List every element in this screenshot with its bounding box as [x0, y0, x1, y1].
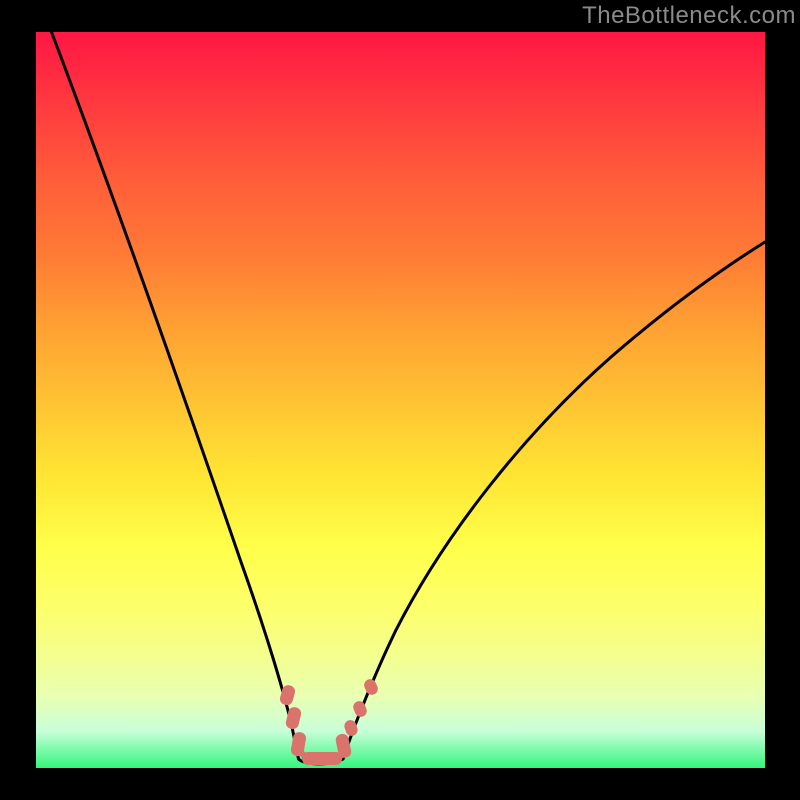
marker-right-3 — [362, 677, 380, 697]
marker-floor-body — [302, 752, 342, 765]
marker-group — [279, 677, 380, 765]
curve-right — [343, 242, 765, 759]
attribution-text: TheBottleneck.com — [582, 2, 796, 30]
plot-area — [36, 32, 765, 768]
marker-right-2 — [351, 699, 368, 718]
frame: TheBottleneck.com — [0, 0, 800, 800]
curve-left — [50, 28, 299, 759]
curve-layer — [36, 32, 765, 768]
